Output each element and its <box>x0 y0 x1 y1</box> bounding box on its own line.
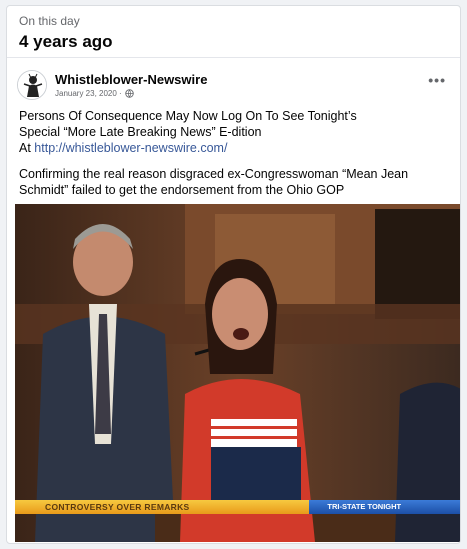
post-date[interactable]: January 23, 2020 · <box>55 89 122 98</box>
memory-when: 4 years ago <box>19 32 113 51</box>
memory-label: On this day <box>19 14 80 28</box>
paragraph-1-line-2: Special “More Late Breaking News” E-diti… <box>19 125 262 139</box>
globe-icon <box>124 89 134 98</box>
paragraph-2-line-1: Confirming the real reason disgraced ex-… <box>19 167 409 181</box>
memory-card: On this day 4 years ago Whistleblower-Ne… <box>6 5 461 544</box>
house-floor-scene <box>15 204 460 542</box>
more-options-icon[interactable]: ••• <box>428 72 446 88</box>
memory-header: On this day 4 years ago <box>7 6 460 58</box>
paragraph-1-prefix: At <box>19 141 35 155</box>
post-paragraph-2: Confirming the real reason disgraced ex-… <box>19 166 448 198</box>
chyron-program: TRI-STATE TONIGHT <box>309 500 460 514</box>
post-text: Persons Of Consequence May Now Log On To… <box>7 108 460 198</box>
news-chyron: CONTROVERSY OVER REMARKS TRI-STATE TONIG… <box>15 500 460 514</box>
page-name[interactable]: Whistleblower-Newswire <box>55 72 207 87</box>
post-video-still[interactable]: CONTROVERSY OVER REMARKS TRI-STATE TONIG… <box>15 204 460 542</box>
shared-post: Whistleblower-Newswire January 23, 2020 … <box>7 64 460 208</box>
newswire-logo-icon <box>18 71 46 99</box>
post-header: Whistleblower-Newswire January 23, 2020 … <box>7 64 460 104</box>
post-meta: January 23, 2020 · <box>55 89 134 98</box>
post-link[interactable]: http://whistleblower-newswire.com/ <box>34 141 227 155</box>
post-paragraph-1: Persons Of Consequence May Now Log On To… <box>19 108 448 156</box>
paragraph-1-line-1: Persons Of Consequence May Now Log On To… <box>19 109 357 123</box>
paragraph-2-line-2: Schmidt” failed to get the endorsement f… <box>19 183 345 197</box>
page-avatar[interactable] <box>17 70 47 100</box>
chyron-headline: CONTROVERSY OVER REMARKS <box>15 500 310 514</box>
